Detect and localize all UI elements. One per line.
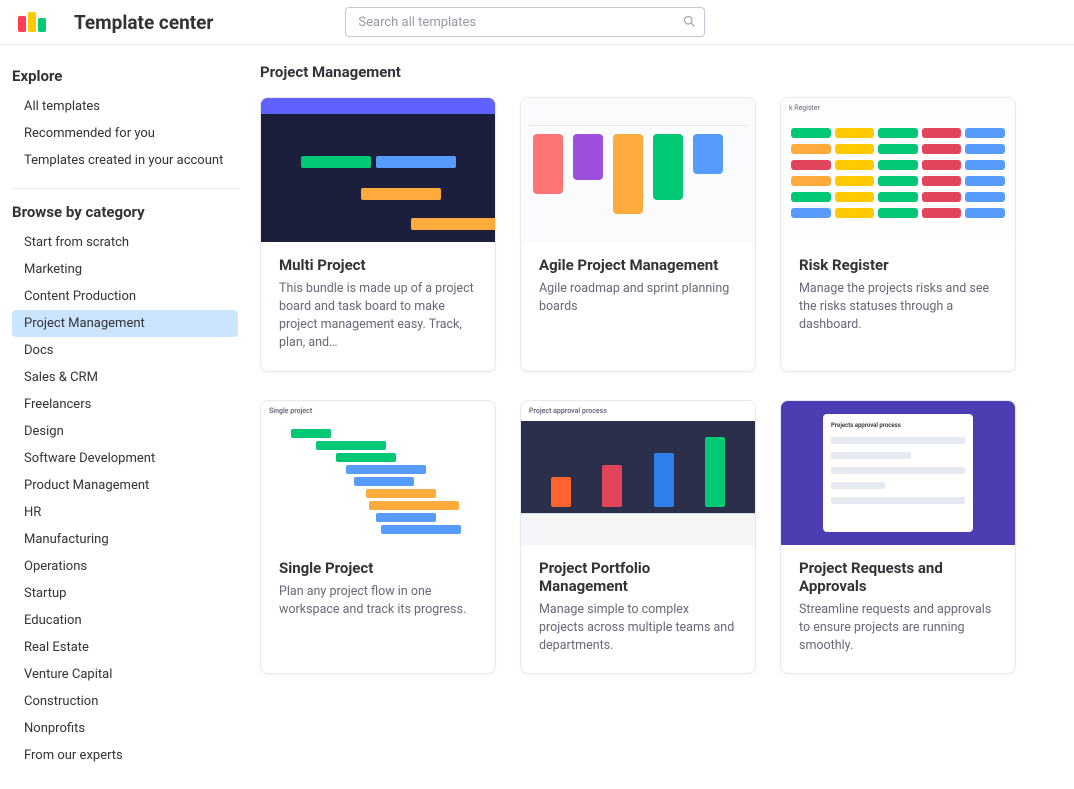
template-card[interactable]: Single project Single Project Plan any p… bbox=[260, 400, 496, 674]
template-card[interactable]: Agile Project Management Agile roadmap a… bbox=[520, 97, 756, 372]
category-item[interactable]: Product Management bbox=[12, 472, 238, 499]
category-item[interactable]: Construction bbox=[12, 688, 238, 715]
category-item[interactable]: From our experts bbox=[12, 742, 238, 769]
category-item[interactable]: Software Development bbox=[12, 445, 238, 472]
category-item[interactable]: Project Management bbox=[12, 310, 238, 337]
category-item[interactable]: Start from scratch bbox=[12, 229, 238, 256]
category-item[interactable]: Freelancers bbox=[12, 391, 238, 418]
explore-item[interactable]: All templates bbox=[12, 93, 238, 120]
template-card-title: Single Project bbox=[279, 559, 477, 577]
category-item[interactable]: Content Production bbox=[12, 283, 238, 310]
sidebar: Explore All templatesRecommended for you… bbox=[0, 45, 248, 789]
template-card[interactable]: k Register Risk Register Manage the proj… bbox=[780, 97, 1016, 372]
category-item[interactable]: Venture Capital bbox=[12, 661, 238, 688]
template-card-desc: Agile roadmap and sprint planning boards bbox=[539, 280, 737, 316]
template-card[interactable]: Project approval process Project Portfol… bbox=[520, 400, 756, 674]
template-card[interactable]: Projects approval process Project Reques… bbox=[780, 400, 1016, 674]
category-item[interactable]: Design bbox=[12, 418, 238, 445]
explore-item[interactable]: Templates created in your account bbox=[12, 147, 238, 174]
template-card-desc: Manage the projects risks and see the ri… bbox=[799, 280, 997, 334]
category-item[interactable]: Operations bbox=[12, 553, 238, 580]
divider bbox=[12, 188, 238, 189]
category-item[interactable]: HR bbox=[12, 499, 238, 526]
template-card-title: Multi Project bbox=[279, 256, 477, 274]
search-input[interactable] bbox=[345, 7, 705, 37]
main-content: Project Management Multi Project This bu… bbox=[248, 45, 1074, 789]
template-card-title: Risk Register bbox=[799, 256, 997, 274]
template-card[interactable]: Multi Project This bundle is made up of … bbox=[260, 97, 496, 372]
search-wrap bbox=[345, 7, 705, 37]
template-card-title: Project Requests and Approvals bbox=[799, 559, 997, 595]
search-icon bbox=[682, 14, 697, 29]
template-card-desc: Plan any project flow in one workspace a… bbox=[279, 583, 477, 619]
category-item[interactable]: Marketing bbox=[12, 256, 238, 283]
template-card-title: Project Portfolio Management bbox=[539, 559, 737, 595]
category-item[interactable]: Sales & CRM bbox=[12, 364, 238, 391]
template-card-desc: Manage simple to complex projects across… bbox=[539, 601, 737, 655]
explore-item[interactable]: Recommended for you bbox=[12, 120, 238, 147]
category-item[interactable]: Startup bbox=[12, 580, 238, 607]
category-item[interactable]: Docs bbox=[12, 337, 238, 364]
logo-icon bbox=[18, 12, 46, 32]
browse-header: Browse by category bbox=[12, 203, 238, 221]
category-item[interactable]: Nonprofits bbox=[12, 715, 238, 742]
top-bar: Template center bbox=[0, 0, 1074, 45]
page-title: Project Management bbox=[260, 63, 1050, 81]
template-card-desc: This bundle is made up of a project boar… bbox=[279, 280, 477, 353]
template-card-desc: Streamline requests and approvals to ens… bbox=[799, 601, 997, 655]
app-title: Template center bbox=[74, 11, 213, 34]
category-item[interactable]: Manufacturing bbox=[12, 526, 238, 553]
category-item[interactable]: Education bbox=[12, 607, 238, 634]
template-card-title: Agile Project Management bbox=[539, 256, 737, 274]
explore-header: Explore bbox=[12, 67, 238, 85]
category-item[interactable]: Real Estate bbox=[12, 634, 238, 661]
